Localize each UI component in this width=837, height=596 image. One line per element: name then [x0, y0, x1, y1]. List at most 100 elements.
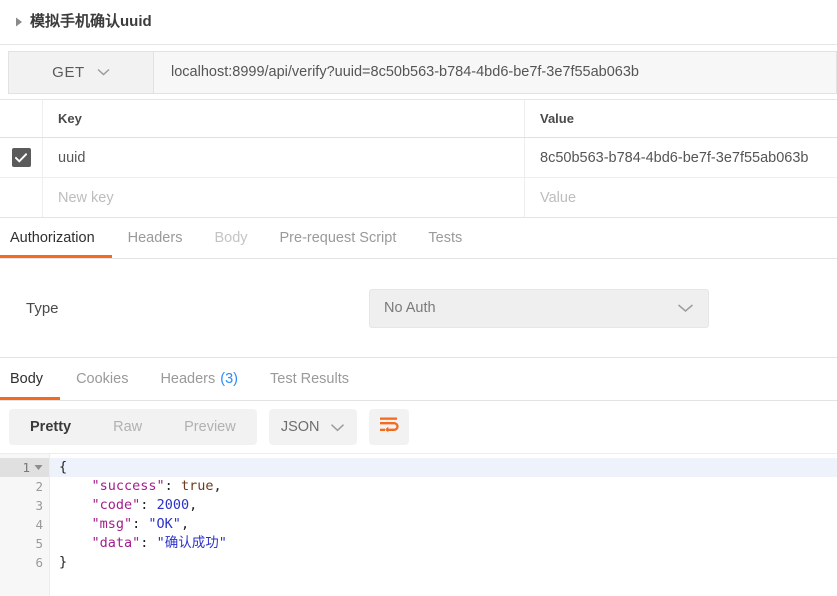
new-key-input[interactable]: New key [43, 178, 525, 217]
http-method-selector[interactable]: GET [8, 51, 153, 94]
request-tabs: Authorization Headers Body Pre-request S… [0, 218, 837, 259]
param-key-text: uuid [58, 150, 85, 166]
tab-response-cookies[interactable]: Cookies [60, 359, 144, 400]
tab-body[interactable]: Body [198, 217, 263, 258]
url-bar: GET localhost:8999/api/verify?uuid=8c50b… [0, 45, 837, 100]
tab-body-label: Body [214, 230, 247, 246]
request-title: 模拟手机确认uuid [30, 13, 152, 31]
tab-response-body[interactable]: Body [0, 359, 60, 400]
response-body-code: { "success": true, "code": 2000, "msg": … [50, 454, 837, 596]
code-token-key: "msg" [92, 516, 133, 532]
code-token-str: "确认成功" [157, 535, 227, 551]
new-row-checkbox-cell [0, 178, 43, 217]
tab-response-cookies-label: Cookies [76, 371, 128, 387]
code-line: { [50, 458, 837, 477]
postman-request-response-panel: 模拟手机确认uuid GET localhost:8999/api/verify… [0, 0, 837, 596]
response-headers-count: (3) [220, 371, 238, 387]
auth-type-selected-value: No Auth [384, 300, 436, 316]
auth-type-label: Type [26, 300, 59, 317]
view-mode-pretty-label: Pretty [30, 419, 71, 435]
chevron-down-icon [677, 303, 694, 313]
header-value-cell: Value [525, 100, 837, 137]
code-token-punc: , [181, 516, 189, 532]
code-line: "success": true, [50, 477, 837, 496]
header-key-cell: Key [43, 100, 525, 137]
table-header-row: Key Value [0, 100, 837, 138]
tab-authorization-label: Authorization [10, 230, 95, 246]
response-view-mode-group: Pretty Raw Preview [9, 409, 257, 445]
table-new-row: New key Value [0, 178, 837, 217]
line-number: 1 [0, 458, 49, 477]
param-value-input[interactable]: 8c50b563-b784-4bd6-be7f-3e7f55ab063b [525, 138, 837, 177]
view-mode-preview-label: Preview [184, 419, 236, 435]
view-mode-raw-label: Raw [113, 419, 142, 435]
param-enabled-checkbox[interactable] [12, 148, 31, 167]
disclosure-triangle-icon[interactable] [12, 15, 26, 29]
code-token-colon: : [132, 516, 148, 532]
tab-response-headers[interactable]: Headers (3) [144, 359, 254, 400]
word-wrap-toggle-button[interactable] [369, 409, 409, 445]
param-value-text: 8c50b563-b784-4bd6-be7f-3e7f55ab063b [540, 150, 808, 166]
code-token-plain [59, 497, 92, 513]
new-key-placeholder: New key [58, 190, 114, 206]
code-line: } [50, 553, 837, 572]
code-token-plain [59, 516, 92, 532]
new-value-input[interactable]: Value [525, 178, 837, 217]
code-line: "code": 2000, [50, 496, 837, 515]
url-text: localhost:8999/api/verify?uuid=8c50b563-… [171, 64, 639, 80]
code-line: "data": "确认成功" [50, 534, 837, 553]
code-token-punc: { [59, 459, 67, 475]
authorization-panel: Type No Auth [0, 259, 837, 358]
column-header-value: Value [540, 111, 574, 126]
header-checkbox-cell [0, 100, 43, 137]
line-number: 6 [0, 553, 49, 572]
tab-tests-label: Tests [428, 230, 462, 246]
tab-tests[interactable]: Tests [412, 217, 478, 258]
code-token-colon: : [140, 497, 156, 513]
code-token-key: "success" [92, 478, 165, 494]
tab-headers-label: Headers [128, 230, 183, 246]
param-key-input[interactable]: uuid [43, 138, 525, 177]
code-token-key: "code" [92, 497, 141, 513]
tab-pre-request-script-label: Pre-request Script [280, 230, 397, 246]
line-number: 4 [0, 515, 49, 534]
http-method-label: GET [52, 64, 85, 81]
new-value-placeholder: Value [540, 190, 576, 206]
line-number: 2 [0, 477, 49, 496]
code-token-plain [59, 535, 92, 551]
chevron-down-icon [97, 68, 110, 76]
response-body-viewer[interactable]: 123456 { "success": true, "code": 2000, … [0, 453, 837, 596]
line-number: 3 [0, 496, 49, 515]
request-title-bar: 模拟手机确认uuid [0, 0, 837, 45]
response-format-value: JSON [281, 419, 320, 435]
tab-headers[interactable]: Headers [112, 217, 199, 258]
code-token-key: "data" [92, 535, 141, 551]
tab-authorization[interactable]: Authorization [0, 217, 112, 258]
line-number: 5 [0, 534, 49, 553]
table-row: uuid 8c50b563-b784-4bd6-be7f-3e7f55ab063… [0, 138, 837, 178]
query-params-table: Key Value uuid 8c50b563-b784-4bd6-be7f-3… [0, 100, 837, 218]
response-format-select[interactable]: JSON [269, 409, 357, 445]
code-token-colon: : [165, 478, 181, 494]
word-wrap-icon [379, 416, 399, 438]
view-mode-preview[interactable]: Preview [163, 409, 257, 445]
code-token-colon: : [140, 535, 156, 551]
code-line: "msg": "OK", [50, 515, 837, 534]
tab-pre-request-script[interactable]: Pre-request Script [264, 217, 413, 258]
url-input[interactable]: localhost:8999/api/verify?uuid=8c50b563-… [153, 51, 837, 94]
view-mode-raw[interactable]: Raw [92, 409, 163, 445]
chevron-down-icon [330, 423, 345, 432]
row-checkbox-cell [0, 138, 43, 177]
tab-test-results-label: Test Results [270, 371, 349, 387]
tab-response-headers-label: Headers [160, 371, 215, 387]
response-view-toolbar: Pretty Raw Preview JSON [0, 401, 837, 453]
view-mode-pretty[interactable]: Pretty [9, 409, 92, 445]
code-token-punc: , [213, 478, 221, 494]
tab-test-results[interactable]: Test Results [254, 359, 365, 400]
tab-response-body-label: Body [10, 371, 43, 387]
line-number-gutter: 123456 [0, 454, 50, 596]
code-token-punc: , [189, 497, 197, 513]
fold-triangle-icon[interactable] [34, 464, 43, 471]
code-token-num: 2000 [157, 497, 190, 513]
auth-type-select[interactable]: No Auth [369, 289, 709, 328]
